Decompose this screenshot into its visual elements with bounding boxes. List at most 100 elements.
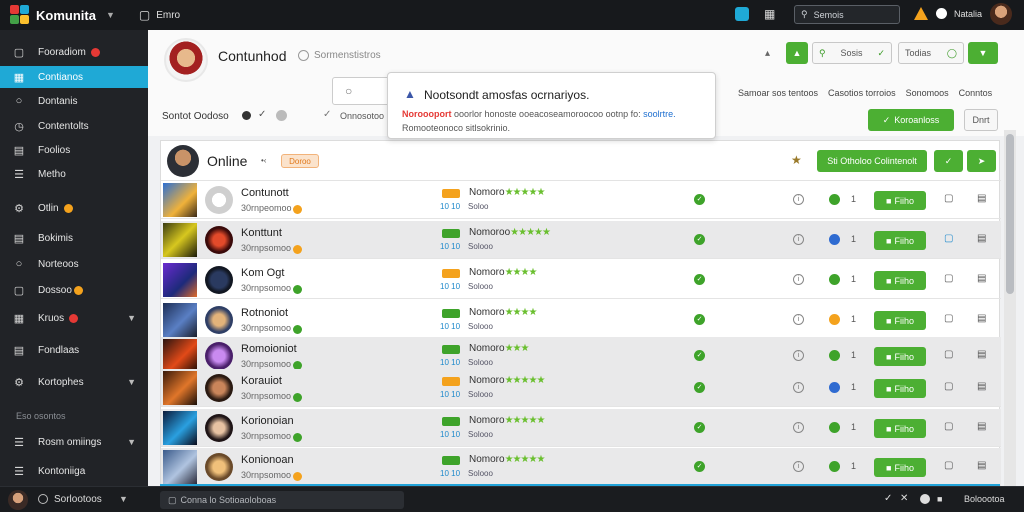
search-input[interactable]: ⚲ Semois [794, 5, 900, 24]
sidebar-item-2[interactable]: ▦ Contianos [0, 66, 148, 88]
close-icon[interactable]: ✕ [900, 493, 908, 504]
row-action-button[interactable]: ■ Fiiho [874, 347, 926, 366]
save-icon[interactable]: ▤ [977, 233, 986, 244]
table-row[interactable]: Rotnoniot 30rnpsomoo Nomoro★★★★ 10 10 Sol… [161, 301, 1001, 339]
info-icon[interactable]: i [793, 234, 804, 245]
user-name[interactable]: Natalia [954, 9, 982, 19]
tab-2[interactable]: Casotios torroios [828, 88, 896, 98]
tab-3[interactable]: Sonomoos [906, 88, 949, 98]
row-action-button[interactable]: ■ Fiiho [874, 311, 926, 330]
table-row[interactable]: Korionoian 30rnpsomoo Nomoro★★★★★ 10 10 S… [161, 409, 1001, 447]
scrollbar-thumb[interactable] [1006, 134, 1014, 294]
info-icon[interactable]: i [793, 382, 804, 393]
info-icon[interactable]: i [793, 422, 804, 433]
menu-label[interactable]: Emro [156, 10, 180, 21]
sidebar-item-8[interactable]: ▤ Bokimis [0, 227, 148, 249]
sidebar-item-7[interactable]: ⚙ Otlin [0, 197, 148, 219]
info-icon[interactable]: i [793, 350, 804, 361]
copy-icon[interactable]: ▢ [944, 421, 953, 432]
popup-link[interactable]: soolrtre. [643, 109, 676, 119]
lock-button[interactable]: ▲ [786, 42, 808, 64]
table-row[interactable]: Konionoan 30rnpsomoo Nomoro★★★★★ 10 10 So… [161, 448, 1001, 486]
row-action-button[interactable]: ■ Fiiho [874, 231, 926, 250]
save-icon[interactable]: ▤ [977, 313, 986, 324]
search-dropdown[interactable]: ⚲ Sosis ✓ [812, 42, 892, 64]
sidebar-item-10[interactable]: ▢ Dossoo [0, 279, 148, 301]
chevron-down-icon[interactable]: ▼ [106, 10, 115, 20]
row-action-button[interactable]: ■ Fiiho [874, 379, 926, 398]
sidebar-item-5[interactable]: ▤ Foolios [0, 139, 148, 161]
sidebar-item-15[interactable]: ☰ Kontoniiga [0, 460, 148, 482]
sidebar-item-3[interactable]: ○ Dontanis [0, 90, 148, 112]
status-icon[interactable] [38, 494, 48, 504]
row-action-button[interactable]: ■ Fiiho [874, 271, 926, 290]
dots-icon[interactable]: •‹ [261, 156, 266, 165]
chevron-down-icon[interactable]: ▼ [127, 437, 136, 447]
row-action-button[interactable]: ■ Fiiho [874, 458, 926, 477]
grid-icon[interactable]: ▦ [764, 7, 775, 21]
table-row[interactable]: Contunott 30rnpeomoo Nomoro★★★★★ 10 10 So… [161, 181, 1001, 219]
panel-avatar[interactable] [167, 145, 199, 177]
copy-icon[interactable]: ▢ [944, 381, 953, 392]
save-icon[interactable]: ▤ [977, 273, 986, 284]
sidebar-item-12[interactable]: ▤ Fondlaas [0, 339, 148, 361]
chevron-down-icon[interactable]: ▼ [127, 313, 136, 323]
notification-icon[interactable] [735, 7, 749, 21]
row-action-button[interactable]: ■ Fiiho [874, 419, 926, 438]
filter-dropdown[interactable]: Todias ◯ [898, 42, 964, 64]
sidebar-item-13[interactable]: ⚙ Kortophes ▼ [0, 371, 148, 393]
sidebar-item-1[interactable]: ▢ Fooradiom [0, 41, 148, 63]
copy-icon[interactable]: ▢ [944, 233, 953, 244]
pen-icon[interactable]: ✓ [258, 109, 266, 120]
save-icon[interactable]: ▤ [977, 349, 986, 360]
status-pill[interactable]: Doroo [281, 154, 319, 168]
save-icon[interactable]: ▤ [977, 421, 986, 432]
table-row[interactable]: Kom Ogt 30rnpsomoo Nomoro★★★★ 10 10 Soloo… [161, 261, 1001, 299]
info-icon[interactable]: i [793, 461, 804, 472]
add-content-button[interactable]: Sti Otholoo Colintenolt [817, 150, 927, 172]
save-icon[interactable]: ▤ [977, 193, 986, 204]
square-icon[interactable]: ▢ [139, 8, 150, 22]
copy-icon[interactable]: ▢ [944, 193, 953, 204]
table-row[interactable]: Konttunt 30rnpsomoo Nomoroo★★★★★ 10 10 So… [161, 221, 1001, 259]
circle-icon[interactable] [276, 110, 287, 121]
user-avatar[interactable] [990, 3, 1012, 25]
app-logo-icon[interactable] [10, 5, 30, 25]
tool-box[interactable]: ○ [332, 77, 392, 105]
chevron-down-icon[interactable]: ▼ [127, 377, 136, 387]
settings-icon[interactable] [920, 494, 930, 504]
radio-icon[interactable] [298, 50, 309, 61]
scrollbar[interactable] [1004, 130, 1016, 486]
sidebar-item-6[interactable]: ☰ Metho [0, 163, 148, 185]
table-row[interactable]: Korauiot 30rnpsomoo Nomoro★★★★★ 10 10 Sol… [161, 369, 1001, 407]
sidebar-item-9[interactable]: ○ Norteoos [0, 253, 148, 275]
info-icon[interactable]: i [793, 194, 804, 205]
info-icon[interactable]: i [793, 314, 804, 325]
copy-icon[interactable]: ▢ [944, 313, 953, 324]
users-icon[interactable]: ■ [937, 494, 942, 504]
tab-4[interactable]: Conntos [959, 88, 993, 98]
save-icon[interactable]: ▤ [977, 381, 986, 392]
copy-icon[interactable]: ▢ [944, 349, 953, 360]
like-button[interactable]: ✓ [934, 150, 963, 172]
save-icon[interactable]: ▤ [977, 460, 986, 471]
primary-action-button[interactable]: ✓ Koroanloss [868, 109, 954, 131]
next-button[interactable]: ➤ [967, 150, 996, 172]
sidebar-item-11[interactable]: ▦ Kruos ▼ [0, 307, 148, 329]
copy-icon[interactable]: ▢ [944, 273, 953, 284]
sidebar-item-14[interactable]: ☰ Rosm omiings ▼ [0, 431, 148, 453]
trophy-icon[interactable]: ★ [791, 153, 802, 167]
toggle-icon[interactable] [242, 111, 251, 120]
pin-icon[interactable]: ▴ [765, 48, 770, 59]
edit-icon[interactable]: ✓ [323, 109, 331, 120]
footer-right-label[interactable]: Boloootoa [964, 494, 1005, 504]
alert-triangle-icon[interactable] [914, 7, 928, 20]
info-icon[interactable]: i [793, 274, 804, 285]
pin-icon[interactable]: ✓ [884, 493, 892, 504]
tab-1[interactable]: Samoar sos tentoos [738, 88, 818, 98]
user-icon[interactable] [936, 8, 947, 19]
secondary-button[interactable]: Dnrt [964, 109, 998, 131]
footer-avatar[interactable] [8, 490, 28, 510]
profile-avatar[interactable] [164, 38, 208, 82]
row-action-button[interactable]: ■ Fiiho [874, 191, 926, 210]
